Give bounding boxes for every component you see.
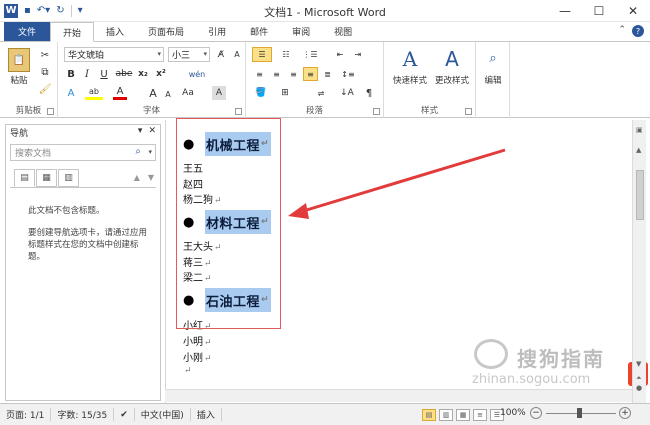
horizontal-scrollbar[interactable] — [165, 389, 632, 402]
scroll-down-icon[interactable]: ▼ — [636, 360, 641, 368]
print-layout-icon[interactable]: ▤ — [422, 409, 436, 421]
browse-object-icon[interactable]: ● — [636, 384, 642, 392]
proofing-icon[interactable]: ✔ — [114, 408, 135, 421]
full-screen-reading-icon[interactable]: ▥ — [439, 409, 453, 421]
insert-mode[interactable]: 插入 — [191, 408, 222, 421]
status-bar: 页面: 1/1 字数: 15/35 ✔ 中文(中国) 插入 ▤ ▥ ▦ ≡ ☰ … — [0, 403, 650, 425]
ruler-toggle-icon[interactable]: ▣ — [636, 126, 643, 134]
prev-page-icon[interactable]: ⏶ — [636, 374, 642, 383]
view-buttons: ▤ ▥ ▦ ≡ ☰ — [422, 409, 504, 421]
web-layout-icon[interactable]: ▦ — [456, 409, 470, 421]
page-count[interactable]: 页面: 1/1 — [0, 408, 52, 421]
language[interactable]: 中文(中国) — [135, 408, 191, 421]
scroll-up-icon[interactable]: ▲ — [636, 146, 641, 154]
zoom-out-button[interactable]: − — [530, 407, 542, 419]
zoom-level[interactable]: 100% — [500, 408, 526, 418]
vertical-scrollbar[interactable]: ▣ ▲ ▼ ⏶ ● — [632, 120, 646, 403]
word-count[interactable]: 字数: 15/35 — [51, 408, 115, 421]
watermark-logo — [474, 339, 508, 369]
arrow-head — [288, 203, 309, 219]
arrow-shaft — [299, 148, 506, 214]
watermark-text: 搜狗指南 — [517, 347, 605, 371]
scroll-thumb[interactable] — [636, 170, 644, 220]
zoom-in-button[interactable]: + — [619, 407, 631, 419]
outline-icon[interactable]: ≡ — [473, 409, 487, 421]
zoom-slider-thumb[interactable] — [577, 408, 582, 418]
watermark-url: zhinan.sogou.com — [472, 372, 591, 387]
